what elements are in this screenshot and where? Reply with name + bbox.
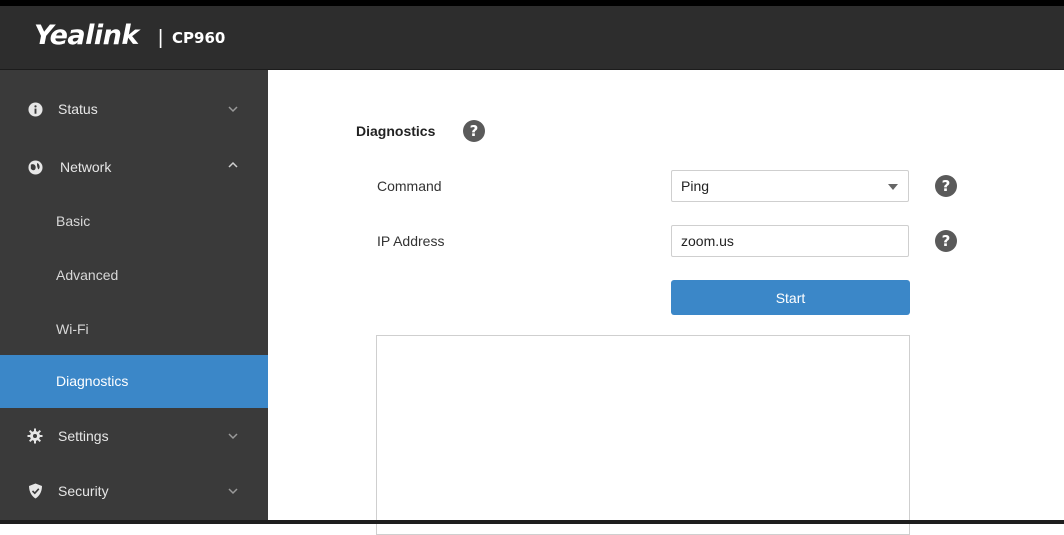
info-icon	[27, 101, 43, 117]
sidebar-item-label: Advanced	[56, 267, 119, 283]
sidebar-item-diagnostics[interactable]: Diagnostics	[0, 355, 268, 408]
chevron-down-icon	[226, 484, 240, 498]
chevron-down-icon	[226, 102, 240, 116]
sidebar-item-label: Wi-Fi	[56, 321, 89, 337]
brand-separator: |	[158, 27, 164, 49]
page-title: Diagnostics	[356, 123, 436, 139]
diagnostics-output-area[interactable]	[376, 335, 910, 535]
sidebar-item-label: Settings	[58, 428, 109, 444]
command-label: Command	[377, 178, 442, 194]
sidebar-item-label: Diagnostics	[56, 373, 129, 389]
ip-address-label: IP Address	[377, 233, 445, 249]
command-select-value: Ping	[681, 178, 710, 194]
sidebar-item-status[interactable]: Status	[0, 82, 268, 136]
window-bottom-border	[0, 520, 1064, 524]
sidebar: Status Network Basic Advanced Wi-Fi Diag…	[0, 70, 268, 524]
brand-logo: Yealink	[34, 20, 139, 51]
globe-icon	[27, 159, 43, 175]
device-model: CP960	[172, 29, 226, 47]
command-select[interactable]: Ping	[671, 170, 909, 202]
sidebar-item-security[interactable]: Security	[0, 464, 268, 518]
app-header: Yealink | CP960	[0, 6, 1064, 70]
help-icon[interactable]: ?	[463, 120, 485, 142]
start-button[interactable]: Start	[671, 280, 910, 315]
sidebar-item-advanced[interactable]: Advanced	[0, 248, 268, 302]
ip-address-help-icon[interactable]: ?	[935, 230, 957, 252]
sidebar-item-basic[interactable]: Basic	[0, 194, 268, 248]
sidebar-item-wifi[interactable]: Wi-Fi	[0, 302, 268, 356]
sidebar-item-label: Security	[58, 483, 109, 499]
caret-down-icon	[888, 184, 898, 190]
sidebar-item-settings[interactable]: Settings	[0, 409, 268, 463]
sidebar-item-label: Network	[60, 159, 112, 175]
gear-icon	[27, 428, 43, 444]
shield-icon	[27, 483, 43, 499]
sidebar-item-network[interactable]: Network	[0, 140, 268, 194]
ip-address-input[interactable]	[671, 225, 909, 257]
sidebar-item-label: Basic	[56, 213, 91, 229]
command-help-icon[interactable]: ?	[935, 175, 957, 197]
sidebar-item-label: Status	[58, 101, 98, 117]
chevron-up-icon	[226, 158, 240, 172]
chevron-down-icon	[226, 429, 240, 443]
